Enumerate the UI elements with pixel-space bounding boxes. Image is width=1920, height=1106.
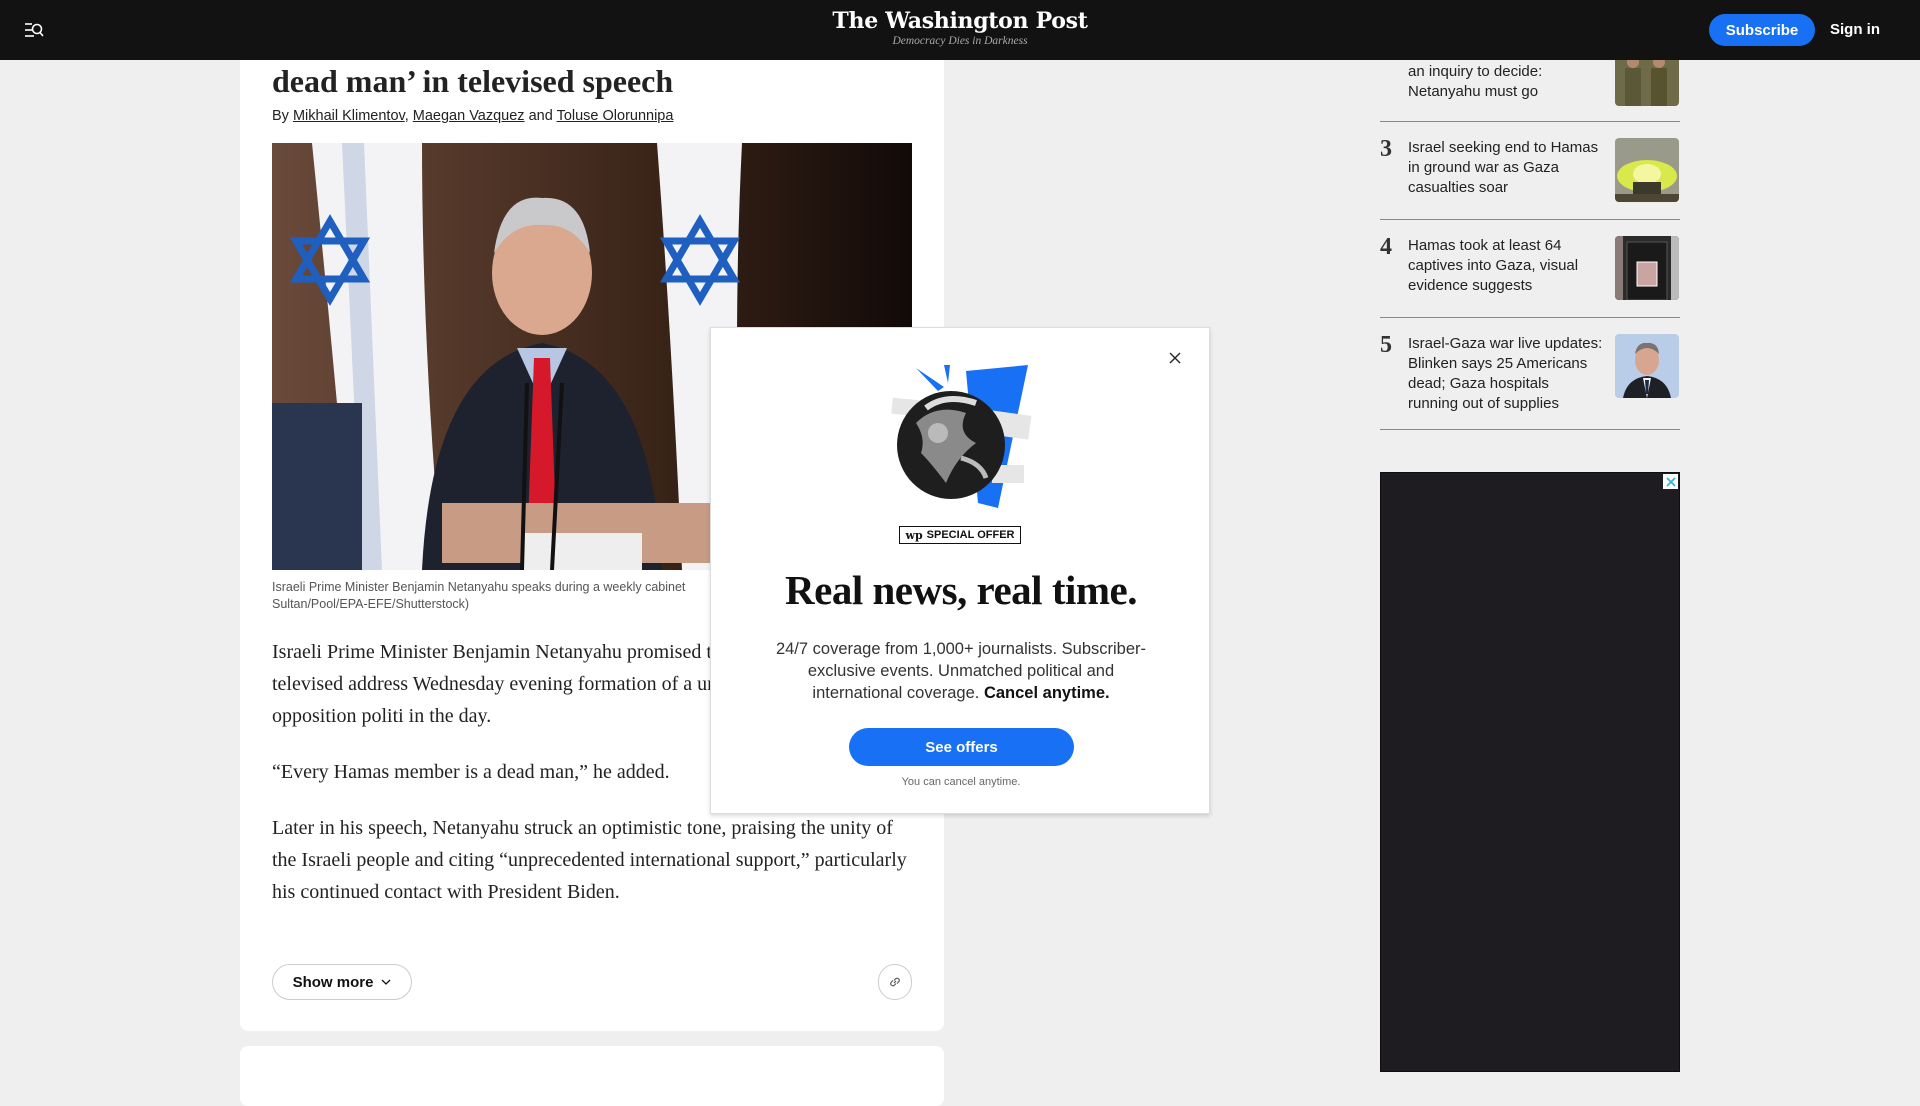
advertisement[interactable] (1380, 472, 1680, 1072)
see-offers-button[interactable]: See offers (849, 728, 1074, 766)
author-link[interactable]: Mikhail Klimentov (293, 108, 405, 124)
show-more-label: Show more (292, 973, 374, 991)
byline-separator: , (404, 108, 409, 124)
most-read-item[interactable]: 3 Israel seeking end to Hamas in ground … (1380, 122, 1680, 220)
next-card (240, 1046, 944, 1106)
thumbnail-blinken[interactable] (1615, 334, 1679, 398)
most-read-title[interactable]: an inquiry to decide: Netanyahu must go (1408, 62, 1603, 102)
byline: By Mikhail Klimentov, Maegan Vazquez and… (272, 108, 673, 124)
special-offer-badge: wp SPECIAL OFFER (899, 526, 1021, 544)
top-nav-bar: The Washington Post Democracy Dies in Da… (0, 0, 1920, 60)
most-read-item[interactable]: 4 Hamas took at least 64 captives into G… (1380, 220, 1680, 318)
copy-link-button[interactable] (878, 964, 912, 1000)
byline-prefix: By (272, 108, 289, 124)
logo-tagline: Democracy Dies in Darkness (892, 35, 1028, 47)
modal-description: 24/7 coverage from 1,000+ journalists. S… (761, 638, 1161, 704)
show-more-button[interactable]: Show more (272, 964, 412, 1000)
author-link[interactable]: Maegan Vazquez (413, 108, 525, 124)
modal-title: Real news, real time. (785, 567, 1137, 613)
close-icon (1665, 476, 1676, 487)
article-paragraph: Later in his speech, Netanyahu struck an… (272, 817, 907, 903)
thumbnail-artillery[interactable] (1615, 138, 1679, 202)
subscription-modal: wp SPECIAL OFFER Real news, real time. 2… (710, 327, 1210, 814)
article-headline: dead man’ in televised speech (272, 63, 674, 99)
most-read-title[interactable]: Hamas took at least 64 captives into Gaz… (1408, 236, 1603, 296)
cancel-note: You can cancel anytime. (901, 776, 1021, 788)
site-logo[interactable]: The Washington Post Democracy Dies in Da… (0, 8, 1920, 48)
author-link[interactable]: Toluse Olorunnipa (557, 108, 674, 124)
byline-and: and (528, 108, 553, 124)
logo-wordmark[interactable]: The Washington Post (0, 8, 1920, 34)
sign-in-link[interactable]: Sign in (1830, 14, 1880, 46)
subscribe-button[interactable]: Subscribe (1709, 14, 1815, 46)
thumbnail-video-still[interactable] (1615, 236, 1679, 300)
modal-desc-bold: Cancel anytime. (983, 684, 1110, 702)
most-read-title[interactable]: Israel-Gaza war live updates: Blinken sa… (1408, 334, 1603, 414)
link-icon (890, 977, 900, 987)
modal-close-button[interactable] (1165, 348, 1185, 368)
rank-number: 3 (1380, 136, 1392, 162)
most-read-item[interactable]: 5 Israel-Gaza war live updates: Blinken … (1380, 318, 1680, 430)
close-icon (1169, 352, 1181, 364)
rank-number: 4 (1380, 234, 1392, 260)
rank-number: 5 (1380, 332, 1392, 358)
wp-logo-icon: wp (905, 528, 923, 542)
ad-close-button[interactable] (1663, 474, 1678, 489)
globe-illustration (886, 363, 1036, 513)
badge-label: SPECIAL OFFER (926, 529, 1015, 541)
most-read-title[interactable]: Israel seeking end to Hamas in ground wa… (1408, 138, 1603, 198)
chevron-down-icon (381, 979, 391, 985)
